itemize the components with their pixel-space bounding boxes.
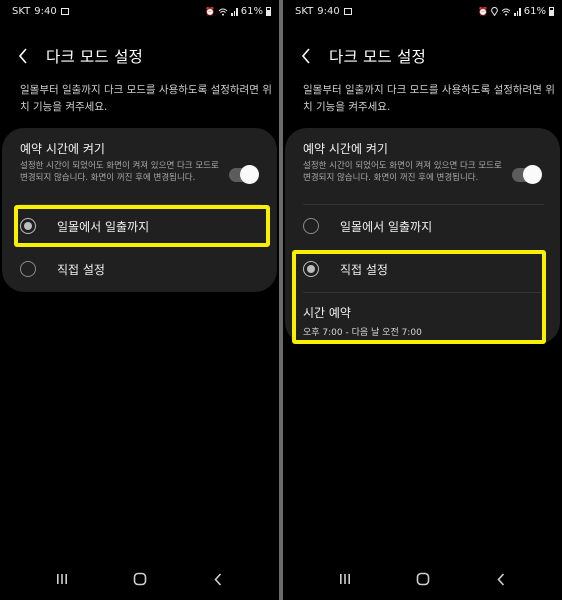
back-icon — [497, 572, 505, 586]
clock: 9:40 — [317, 6, 340, 17]
signal-icon — [514, 7, 521, 16]
battery-icon — [549, 7, 554, 16]
location-description: 일몰부터 일출까지 다크 모드를 사용하도록 설정하려면 위치 기능을 켜주세요… — [303, 84, 555, 113]
alarm-icon: ⏰ — [205, 6, 216, 16]
wifi-icon — [218, 8, 228, 16]
status-bar: SKT 9:40 ⏰ 61% — [12, 6, 271, 20]
option-custom[interactable]: 직접 설정 — [20, 253, 263, 285]
back-button[interactable] — [301, 45, 323, 67]
battery-icon — [266, 7, 271, 16]
schedule-toggle-subtitle: 설정한 시간이 되었어도 화면이 켜져 있으면 다크 모드로 변경되지 않습니다… — [20, 161, 219, 183]
schedule-switch[interactable] — [229, 165, 259, 184]
home-icon — [133, 572, 147, 586]
recent-apps-icon — [57, 574, 67, 584]
navigation-bar — [0, 568, 279, 590]
highlight-box — [14, 205, 270, 247]
divider — [303, 204, 544, 205]
carrier-label: SKT — [295, 6, 314, 17]
recent-apps-icon — [340, 574, 350, 584]
schedule-toggle-subtitle: 설정한 시간이 되었어도 화면이 켜져 있으면 다크 모드로 변경되지 않습니다… — [303, 161, 502, 183]
schedule-switch[interactable] — [512, 165, 542, 184]
left-screen: SKT 9:40 ⏰ 61% 다크 모드 설정 일몰부터 일출까지 다크 모드를… — [0, 0, 279, 600]
chevron-left-icon — [18, 48, 27, 64]
location-icon — [491, 7, 499, 16]
wifi-icon — [501, 8, 511, 16]
gallery-notification-icon — [343, 8, 352, 15]
page-header: 다크 모드 설정 — [301, 44, 426, 68]
highlight-box — [292, 250, 546, 344]
home-button[interactable] — [408, 568, 438, 590]
right-screen: SKT 9:40 ⏰ 61% 다크 모드 설정 일몰부터 일출까지 다크 모드를… — [283, 0, 562, 600]
status-bar: SKT 9:40 ⏰ 61% — [295, 6, 554, 20]
back-icon — [214, 572, 222, 586]
nav-back-button[interactable] — [486, 568, 516, 590]
schedule-toggle-row[interactable]: 예약 시간에 켜기 설정한 시간이 되었어도 화면이 켜져 있으면 다크 모드로… — [303, 140, 544, 194]
home-button[interactable] — [125, 568, 155, 590]
clock: 9:40 — [34, 6, 57, 17]
page-title: 다크 모드 설정 — [329, 48, 427, 66]
schedule-toggle-row[interactable]: 예약 시간에 켜기 설정한 시간이 되었어도 화면이 켜져 있으면 다크 모드로… — [20, 140, 261, 194]
signal-icon — [231, 7, 238, 16]
back-button[interactable] — [18, 45, 40, 67]
chevron-left-icon — [301, 48, 310, 64]
recent-apps-button[interactable] — [330, 568, 360, 590]
gallery-notification-icon — [60, 8, 69, 15]
recent-apps-button[interactable] — [47, 568, 77, 590]
battery-percent: 61% — [240, 6, 263, 17]
switch-knob — [523, 165, 542, 184]
switch-knob — [240, 165, 259, 184]
location-description: 일몰부터 일출까지 다크 모드를 사용하도록 설정하려면 위치 기능을 켜주세요… — [20, 84, 272, 113]
carrier-label: SKT — [12, 6, 31, 17]
radio-unselected[interactable] — [303, 218, 319, 234]
page-header: 다크 모드 설정 — [18, 44, 143, 68]
alarm-icon: ⏰ — [478, 6, 489, 16]
schedule-toggle-title: 예약 시간에 켜기 — [20, 142, 105, 156]
navigation-bar — [283, 568, 562, 590]
battery-percent: 61% — [523, 6, 546, 17]
option-label: 직접 설정 — [57, 262, 105, 277]
radio-unselected[interactable] — [20, 261, 36, 277]
schedule-toggle-title: 예약 시간에 켜기 — [303, 142, 388, 156]
option-sunset-to-sunrise[interactable]: 일몰에서 일출까지 — [303, 210, 546, 242]
home-icon — [416, 572, 430, 586]
option-label: 일몰에서 일출까지 — [340, 219, 433, 234]
page-title: 다크 모드 설정 — [46, 48, 144, 66]
nav-back-button[interactable] — [203, 568, 233, 590]
